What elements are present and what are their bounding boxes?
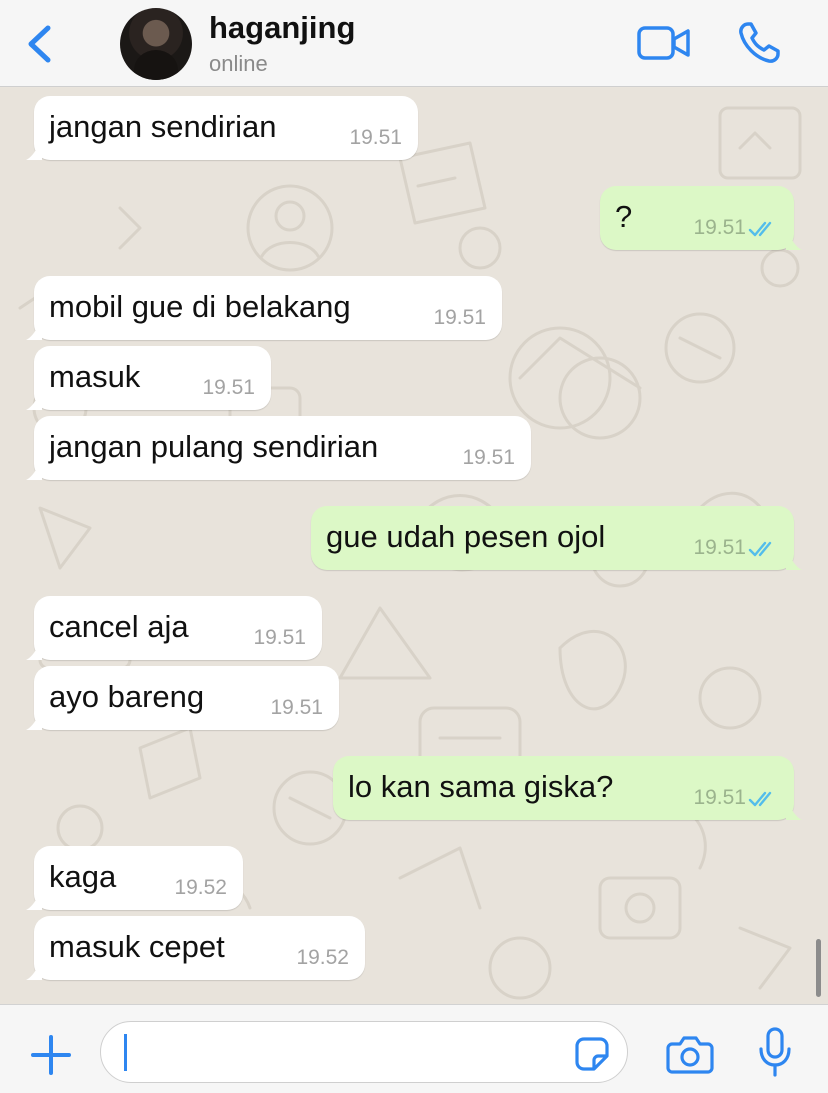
video-call-button[interactable]: [636, 24, 692, 62]
sticker-icon: [575, 1037, 609, 1071]
bubble-tail: [26, 392, 42, 410]
message-text: cancel aja: [49, 609, 189, 644]
bubble-tail: [26, 462, 42, 480]
contact-name[interactable]: haganjing: [209, 10, 355, 46]
message-list[interactable]: jangan sendirian 19.51 ? 19.51 mobil gue…: [0, 88, 828, 1004]
message-time: 19.51: [270, 696, 323, 719]
bubble-tail: [26, 892, 42, 910]
camera-icon: [666, 1036, 714, 1074]
double-check-icon: [748, 541, 772, 557]
double-check-icon: [748, 221, 772, 237]
voice-call-button[interactable]: [736, 20, 782, 66]
message-time: 19.51: [349, 126, 402, 149]
message-input[interactable]: [100, 1021, 628, 1083]
message-text: ayo bareng: [49, 679, 205, 714]
voice-message-button[interactable]: [758, 1025, 792, 1081]
phone-icon: [739, 22, 780, 63]
incoming-message[interactable]: jangan sendirian 19.51: [26, 96, 418, 160]
message-time: 19.52: [296, 946, 349, 969]
chat-header: haganjing online: [0, 0, 828, 87]
incoming-message[interactable]: mobil gue di belakang 19.51: [26, 276, 502, 340]
bubble-tail: [26, 712, 42, 730]
bubble-tail: [26, 642, 42, 660]
bubble-tail: [786, 552, 802, 570]
message-time: 19.51: [693, 216, 746, 239]
incoming-message[interactable]: jangan pulang sendirian 19.51: [26, 416, 531, 480]
message-time: 19.52: [174, 876, 227, 899]
incoming-message[interactable]: cancel aja 19.51: [26, 596, 322, 660]
message-text: ?: [615, 199, 633, 234]
microphone-icon: [759, 1027, 791, 1077]
chevron-left-icon: [28, 25, 51, 63]
bubble-tail: [26, 962, 42, 980]
message-text: mobil gue di belakang: [49, 289, 351, 324]
bubble-tail: [786, 802, 802, 820]
incoming-message[interactable]: kaga 19.52: [26, 846, 243, 910]
sticker-button[interactable]: [574, 1036, 610, 1072]
back-button[interactable]: [22, 22, 58, 66]
bubble-tail: [26, 322, 42, 340]
message-time: 19.51: [202, 376, 255, 399]
message-text: jangan pulang sendirian: [49, 429, 379, 464]
incoming-message[interactable]: masuk cepet 19.52: [26, 916, 365, 980]
plus-icon: [31, 1035, 71, 1075]
outgoing-message[interactable]: ? 19.51: [600, 186, 802, 250]
outgoing-message[interactable]: gue udah pesen ojol 19.51: [311, 506, 802, 570]
message-time: 19.51: [433, 306, 486, 329]
message-text: gue udah pesen ojol: [326, 519, 606, 554]
message-composer: [0, 1004, 828, 1093]
contact-avatar[interactable]: [120, 8, 192, 80]
message-text: kaga: [49, 859, 117, 894]
message-text: masuk cepet: [49, 929, 225, 964]
message-time: 19.51: [462, 446, 515, 469]
message-time: 19.51: [693, 786, 746, 809]
text-caret: [124, 1034, 127, 1071]
message-time: 19.51: [693, 536, 746, 559]
bubble-tail: [786, 232, 802, 250]
double-check-icon: [748, 791, 772, 807]
message-text: masuk: [49, 359, 141, 394]
incoming-message[interactable]: masuk 19.51: [26, 346, 271, 410]
message-text: lo kan sama giska?: [348, 769, 614, 804]
bubble-tail: [26, 142, 42, 160]
camera-button[interactable]: [666, 1032, 714, 1076]
contact-status: online: [209, 51, 268, 76]
incoming-message[interactable]: ayo bareng 19.51: [26, 666, 339, 730]
video-camera-icon: [637, 26, 690, 60]
message-time: 19.51: [253, 626, 306, 649]
attach-button[interactable]: [30, 1034, 72, 1076]
scrollbar[interactable]: [816, 939, 821, 997]
message-text: jangan sendirian: [49, 109, 277, 144]
outgoing-message[interactable]: lo kan sama giska? 19.51: [333, 756, 802, 820]
